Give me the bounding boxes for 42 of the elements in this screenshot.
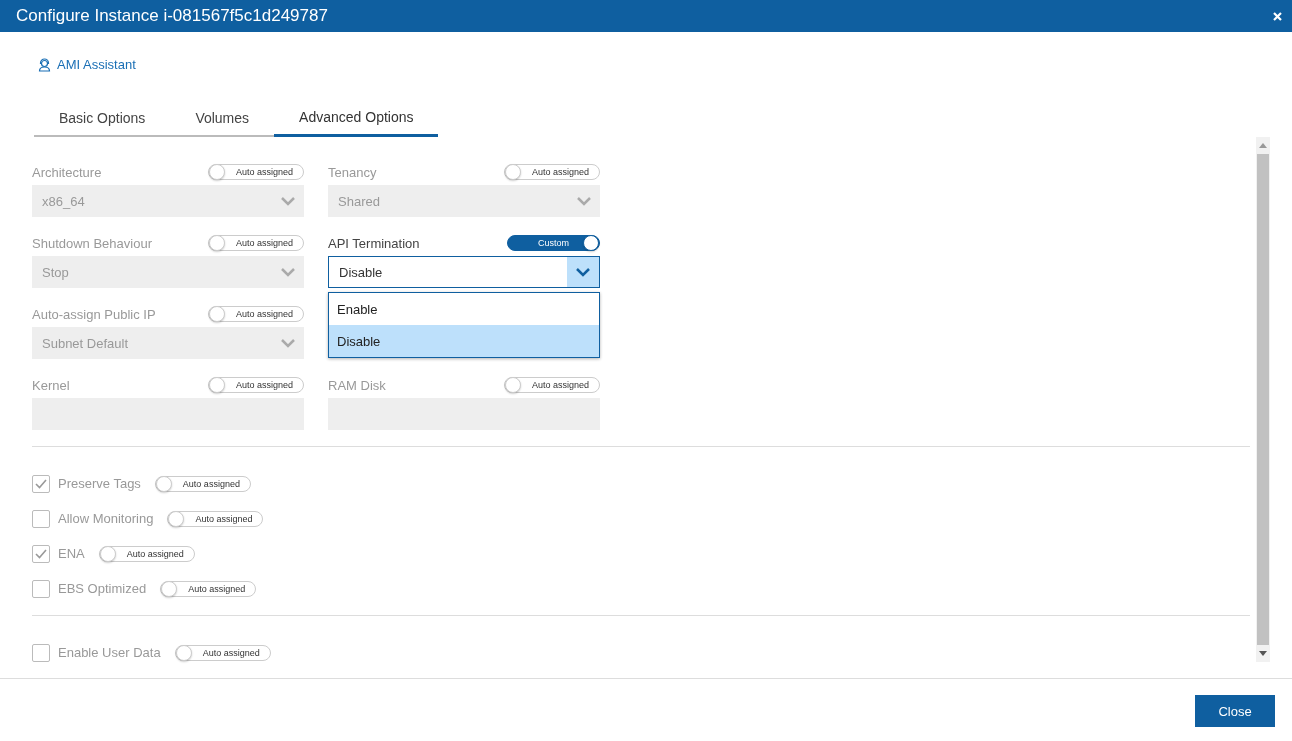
support-agent-icon <box>38 57 51 72</box>
toggle-switch[interactable]: Auto assigned <box>98 545 195 562</box>
field-label: Kernel <box>32 377 70 393</box>
checkbox[interactable] <box>32 509 50 528</box>
close-button[interactable]: Close <box>1195 695 1275 727</box>
scrollbar[interactable] <box>1256 137 1270 662</box>
checkbox-label: EBS Optimized <box>58 581 147 596</box>
chevron-down-icon <box>281 267 295 277</box>
scroll-down-arrow-icon[interactable] <box>1259 651 1267 656</box>
dropdown-option[interactable]: Disable <box>329 325 599 357</box>
field-label: Architecture <box>32 164 102 180</box>
scroll-up-arrow-icon[interactable] <box>1259 143 1267 148</box>
field-label: RAM Disk <box>328 377 386 393</box>
field-label: Tenancy <box>328 164 377 180</box>
field-label: API Termination <box>328 235 420 251</box>
toggle-switch[interactable]: Custom <box>507 235 600 251</box>
toggle-switch[interactable]: Auto assigned <box>154 475 251 492</box>
checkbox-label: ENA <box>58 546 85 561</box>
checkbox[interactable] <box>32 579 50 598</box>
tab[interactable]: Basic Options <box>34 103 171 137</box>
checkbox[interactable] <box>32 643 50 662</box>
toggle-switch[interactable]: Auto assigned <box>174 644 271 661</box>
chevron-down-icon <box>576 267 590 277</box>
field-label: Auto-assign Public IP <box>32 306 156 322</box>
checkbox-label: Allow Monitoring <box>58 511 154 526</box>
window-title: Configure Instance i-081567f5c1d249787 <box>16 6 328 26</box>
checkbox[interactable] <box>32 474 50 493</box>
checkbox-label: Preserve Tags <box>58 476 141 491</box>
chevron-down-icon <box>281 338 295 348</box>
tab[interactable]: Advanced Options <box>274 103 439 137</box>
field-label: Shutdown Behaviour <box>32 235 152 251</box>
toggle-switch[interactable]: Auto assigned <box>160 580 257 597</box>
dropdown-field[interactable]: Disable <box>328 256 600 288</box>
tab[interactable]: Volumes <box>170 103 275 137</box>
checkbox[interactable] <box>32 544 50 563</box>
ami-assistant-link[interactable]: AMI Assistant <box>57 57 136 72</box>
checkbox-label: Enable User Data <box>58 645 161 660</box>
close-icon[interactable] <box>1273 11 1282 21</box>
chevron-down-icon <box>577 196 591 206</box>
dropdown-option[interactable]: Enable <box>329 293 599 325</box>
chevron-down-icon <box>281 196 295 206</box>
toggle-switch[interactable]: Auto assigned <box>167 510 264 527</box>
